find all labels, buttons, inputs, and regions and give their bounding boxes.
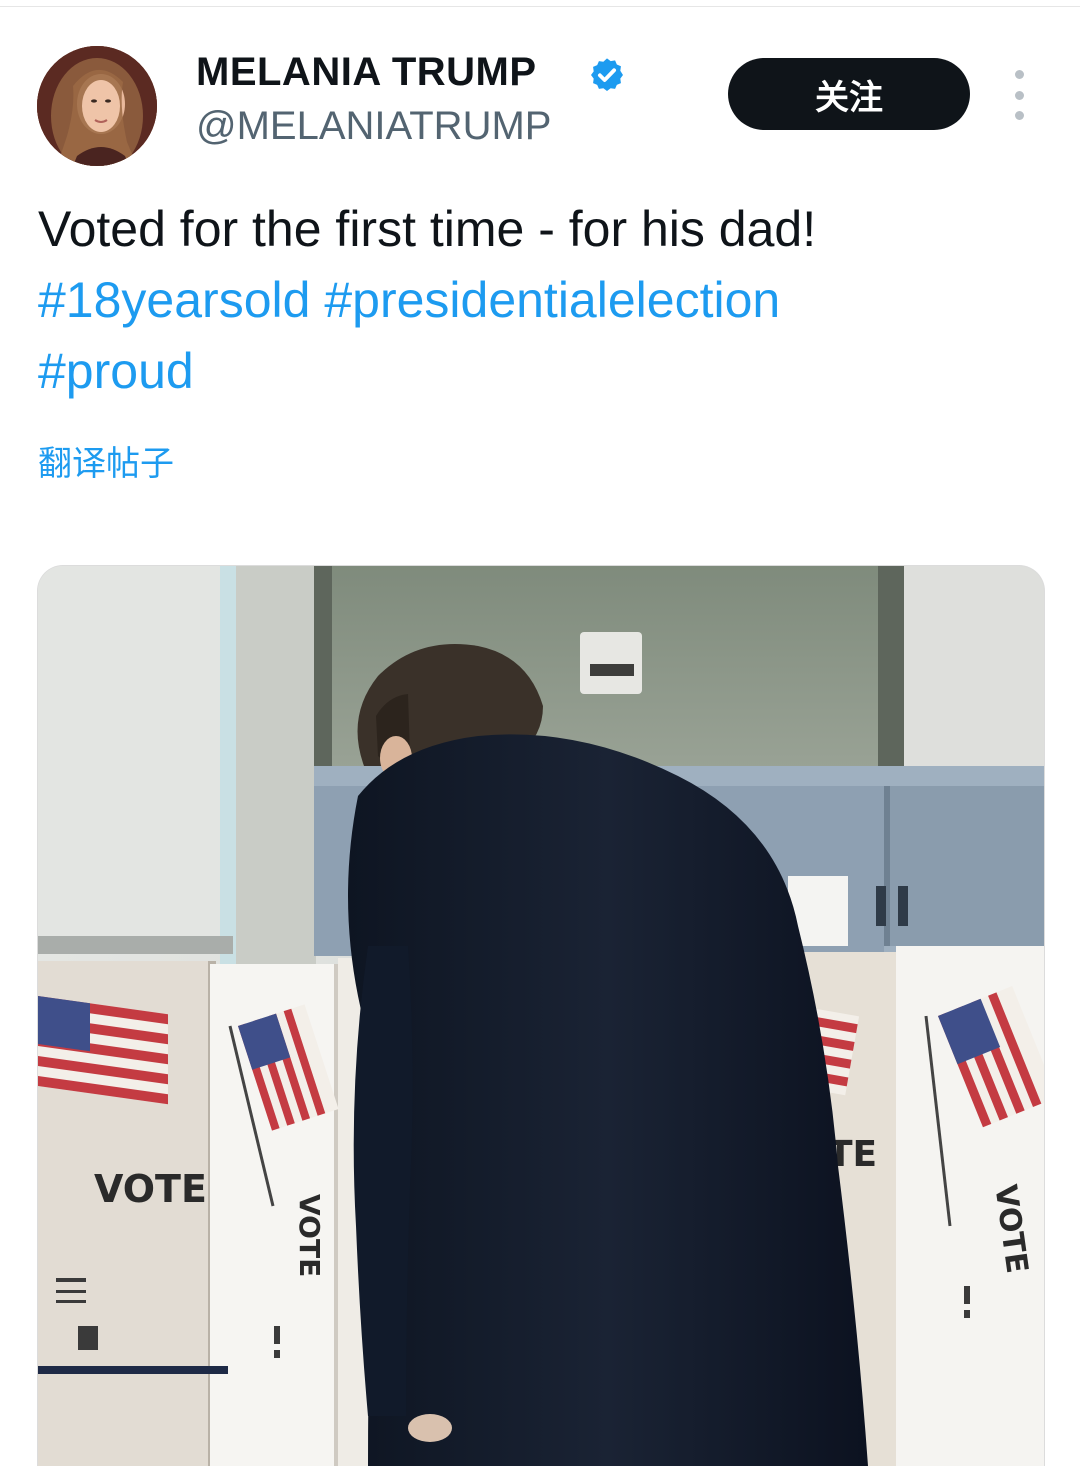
hashtag-link[interactable]: #proud bbox=[38, 343, 194, 399]
hashtag-line: #18yearsold #presidentialelection bbox=[38, 265, 1048, 336]
avatar[interactable] bbox=[37, 46, 157, 166]
top-divider bbox=[0, 6, 1080, 7]
hashtag-line: #proud bbox=[38, 336, 1048, 407]
flag-graphic bbox=[38, 995, 168, 1105]
more-dot bbox=[1014, 70, 1024, 79]
follow-button[interactable]: 关注 bbox=[728, 58, 970, 130]
booth-label: VOTE bbox=[293, 1194, 326, 1277]
more-dot bbox=[1014, 111, 1024, 120]
more-options-icon[interactable] bbox=[1004, 70, 1034, 120]
verified-badge-icon bbox=[591, 58, 623, 91]
handle[interactable]: @MELANIATRUMP bbox=[196, 104, 551, 149]
translate-post-link[interactable]: 翻译帖子 bbox=[38, 436, 174, 485]
hashtag-link[interactable]: #presidentialelection bbox=[324, 272, 780, 328]
booth-label: VOTE bbox=[94, 1167, 207, 1211]
tweet-text: Voted for the first time - for his dad! … bbox=[38, 194, 1048, 407]
tweet-body: Voted for the first time - for his dad! bbox=[38, 201, 817, 257]
more-dot bbox=[1014, 90, 1024, 100]
hashtag-link[interactable]: #18yearsold bbox=[38, 272, 310, 328]
avatar-image bbox=[37, 46, 157, 166]
display-name[interactable]: MELANIA TRUMP bbox=[196, 50, 537, 95]
tweet-photo[interactable]: VOTE VOTE TE VOTE bbox=[37, 565, 1045, 1466]
polling-station-photo: VOTE VOTE TE VOTE bbox=[38, 566, 1044, 1466]
